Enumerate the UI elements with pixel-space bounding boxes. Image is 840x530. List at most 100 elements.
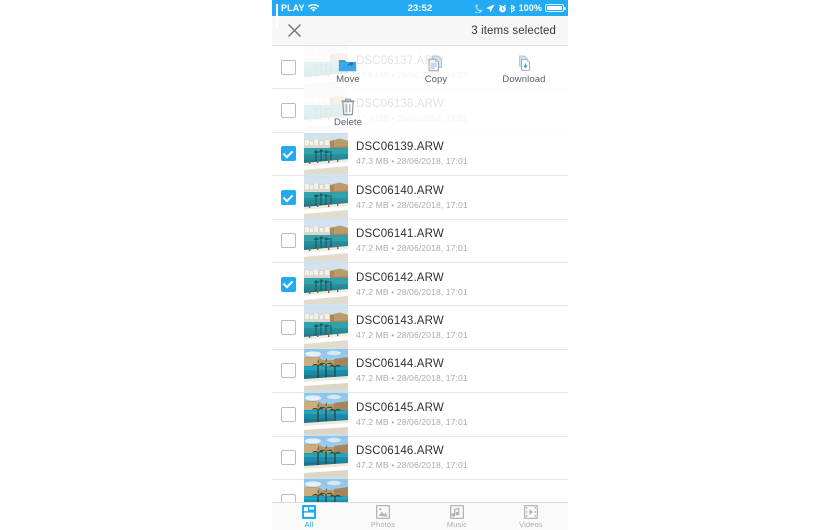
row-checkbox-cell[interactable] — [272, 450, 304, 466]
alarm-clock-icon — [498, 4, 507, 13]
row-checkbox-cell[interactable] — [272, 103, 304, 119]
download-document-icon — [515, 51, 532, 73]
tab-videos-label: Videos — [519, 520, 543, 529]
meta-separator: • — [388, 199, 397, 210]
file-size-label: 47.2 MB — [356, 243, 389, 254]
bulk-action-overlay[interactable]: Move Copy Download Delete — [304, 46, 568, 133]
phone-viewport: PLAY 23:52 100% 3 items selected DSC0613… — [272, 0, 568, 530]
tab-videos[interactable]: Videos — [494, 503, 568, 530]
checkbox-checked[interactable] — [280, 146, 296, 162]
row-checkbox-cell[interactable] — [272, 276, 304, 292]
table-row[interactable]: DSC06144.ARW 47.2 MB • 28/06/2018, 17:01 — [272, 349, 568, 394]
file-name-label: DSC06142.ARW — [356, 271, 444, 284]
row-checkbox-cell[interactable] — [272, 59, 304, 75]
checkbox-unchecked[interactable] — [280, 493, 296, 502]
file-thumbnail — [304, 132, 348, 176]
file-meta-label: 47.2 MB • 28/06/2018, 17:01 — [356, 460, 468, 470]
moon-icon — [472, 3, 483, 14]
row-checkbox-cell[interactable] — [272, 189, 304, 205]
status-bar-right: 100% — [472, 3, 566, 14]
file-size-label: 47.3 MB — [356, 156, 389, 167]
bottom-tab-bar[interactable]: All Photos Music Videos — [272, 502, 568, 530]
delete-action-label: Delete — [333, 117, 363, 129]
file-info: DSC06140.ARW 47.2 MB • 28/06/2018, 17:01 — [348, 185, 468, 210]
file-date-label: 28/06/2018, 17:01 — [396, 460, 468, 471]
row-checkbox-cell[interactable] — [272, 146, 304, 162]
checkbox-unchecked[interactable] — [280, 406, 296, 422]
table-row[interactable]: DSC06145.ARW 47.2 MB • 28/06/2018, 17:01 — [272, 392, 568, 437]
copy-action-button[interactable]: Copy — [392, 46, 480, 90]
file-thumbnail — [304, 479, 348, 502]
film-strip-icon — [524, 504, 538, 519]
table-row[interactable]: DSC06146.ARW 47.2 MB • 28/06/2018, 17:01 — [272, 436, 568, 480]
checkbox-unchecked[interactable] — [280, 103, 296, 119]
file-date-label: 28/06/2018, 17:01 — [396, 416, 468, 427]
row-checkbox-cell[interactable] — [272, 320, 304, 336]
tab-photos[interactable]: Photos — [346, 503, 420, 530]
row-checkbox-cell[interactable] — [272, 233, 304, 249]
file-name-label: DSC06141.ARW — [356, 228, 444, 241]
bluetooth-icon — [510, 4, 516, 13]
file-name-label: DSC06143.ARW — [356, 315, 444, 328]
file-thumbnail — [304, 175, 348, 220]
file-info: DSC06142.ARW 47.2 MB • 28/06/2018, 17:01 — [348, 272, 468, 297]
table-row[interactable]: DSC06142.ARW 47.2 MB • 28/06/2018, 17:01 — [272, 262, 568, 307]
row-checkbox-cell[interactable] — [272, 493, 304, 502]
move-action-button[interactable]: Move — [304, 46, 392, 90]
file-name-label: DSC06144.ARW — [356, 358, 444, 371]
file-meta-label: 47.2 MB • 28/06/2018, 17:01 — [356, 417, 468, 427]
location-arrow-icon — [485, 3, 495, 13]
file-thumbnail — [304, 349, 348, 393]
file-thumbnail — [304, 392, 348, 437]
checkbox-unchecked[interactable] — [280, 320, 296, 336]
move-action-label: Move — [336, 73, 360, 85]
file-meta-label: 47.2 MB • 28/06/2018, 17:01 — [356, 373, 468, 383]
close-icon[interactable] — [284, 21, 304, 41]
file-size-label: 47.2 MB — [356, 199, 389, 210]
selection-count-label: 3 items selected — [471, 24, 556, 37]
file-meta-label: 47.2 MB • 28/06/2018, 17:01 — [356, 330, 468, 340]
screenshot-canvas: PLAY 23:52 100% 3 items selected DSC0613… — [0, 0, 840, 530]
download-action-button[interactable]: Download — [480, 46, 568, 90]
file-meta-label: 47.2 MB • 28/06/2018, 17:01 — [356, 287, 468, 297]
checkbox-checked[interactable] — [280, 189, 296, 205]
copy-documents-icon — [426, 51, 445, 73]
table-row[interactable]: DSC06139.ARW 47.3 MB • 28/06/2018, 17:01 — [272, 132, 568, 177]
file-meta-label: 47.2 MB • 28/06/2018, 17:01 — [356, 200, 468, 210]
file-meta-label: 47.3 MB • 28/06/2018, 17:01 — [356, 156, 468, 166]
status-bar: PLAY 23:52 100% — [272, 0, 568, 27]
tab-all[interactable]: All — [272, 503, 346, 530]
file-date-label: 28/06/2018, 17:01 — [396, 373, 468, 384]
delete-action-button[interactable]: Delete — [304, 90, 392, 134]
meta-separator: • — [388, 373, 397, 384]
file-meta-label: 47.2 MB • 28/06/2018, 17:01 — [356, 243, 468, 253]
file-date-label: 28/06/2018, 17:01 — [396, 199, 468, 210]
file-info: DSC06146.ARW 47.2 MB • 28/06/2018, 17:01 — [348, 445, 468, 470]
file-info: DSC06141.ARW 47.2 MB • 28/06/2018, 17:01 — [348, 228, 468, 253]
file-thumbnail — [304, 219, 348, 263]
file-list[interactable]: DSC06137.ARW47.6 MB • 28/06/2018, 16:57D… — [272, 46, 568, 502]
table-row[interactable]: DSC06141.ARW 47.2 MB • 28/06/2018, 17:01 — [272, 219, 568, 263]
file-thumbnail — [304, 262, 348, 306]
trash-icon — [340, 94, 356, 116]
tab-music[interactable]: Music — [420, 503, 494, 530]
checkbox-unchecked[interactable] — [280, 233, 296, 249]
checkbox-unchecked[interactable] — [280, 59, 296, 75]
file-size-label: 47.2 MB — [356, 416, 389, 427]
battery-icon — [545, 3, 566, 13]
meta-separator: • — [388, 416, 397, 427]
action-bar: 3 items selected — [272, 16, 568, 46]
checkbox-unchecked[interactable] — [280, 450, 296, 466]
checkbox-checked[interactable] — [280, 276, 296, 292]
row-checkbox-cell[interactable] — [272, 406, 304, 422]
checkbox-unchecked[interactable] — [280, 363, 296, 379]
table-row[interactable] — [272, 479, 568, 502]
table-row[interactable]: DSC06143.ARW 47.2 MB • 28/06/2018, 17:01 — [272, 305, 568, 350]
copy-action-label: Copy — [424, 73, 448, 85]
file-thumbnail — [304, 436, 348, 480]
file-date-label: 28/06/2018, 17:01 — [396, 156, 468, 167]
row-checkbox-cell[interactable] — [272, 363, 304, 379]
meta-separator: • — [388, 243, 397, 254]
file-info: DSC06139.ARW 47.3 MB • 28/06/2018, 17:01 — [348, 141, 468, 166]
table-row[interactable]: DSC06140.ARW 47.2 MB • 28/06/2018, 17:01 — [272, 175, 568, 220]
